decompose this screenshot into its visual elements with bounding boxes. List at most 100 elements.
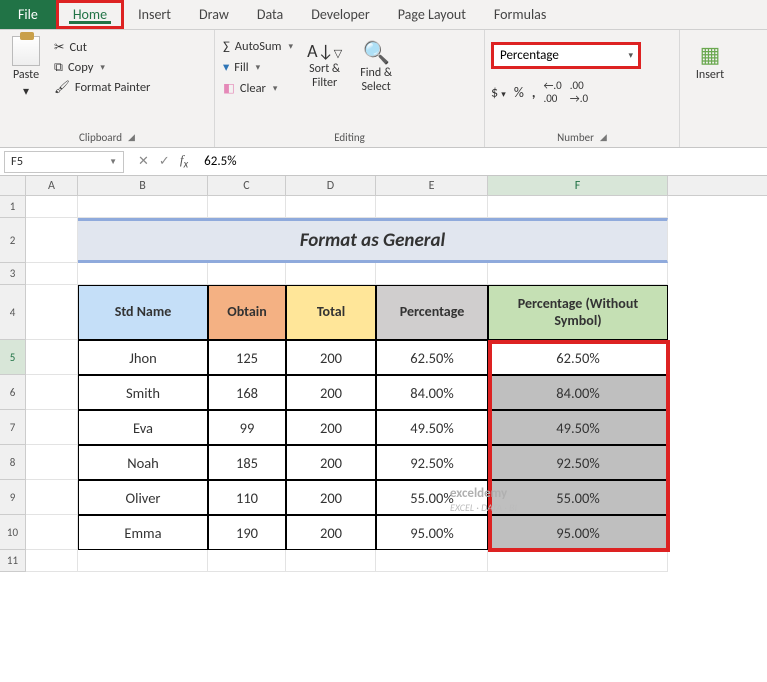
select-all-corner[interactable] <box>0 176 26 195</box>
cell[interactable] <box>488 550 668 572</box>
cell[interactable] <box>78 550 208 572</box>
sort-filter-button[interactable]: A↓▽ Sort & Filter <box>301 40 348 92</box>
cell[interactable] <box>286 196 376 218</box>
increase-decimal-button[interactable]: ←.0.00 <box>543 79 561 105</box>
find-select-button[interactable]: 🔍 Find & Select <box>354 40 398 96</box>
cell[interactable] <box>26 263 78 285</box>
dialog-launcher-icon[interactable]: ◢ <box>600 132 607 143</box>
cell-percentage[interactable]: 84.00% <box>376 375 488 410</box>
row-header[interactable]: 2 <box>0 218 26 263</box>
cell[interactable] <box>26 410 78 445</box>
cell-total[interactable]: 200 <box>286 410 376 445</box>
col-header-a[interactable]: A <box>26 176 78 195</box>
decrease-decimal-button[interactable]: .00→.0 <box>570 79 588 105</box>
cell-percentage[interactable]: 49.50% <box>376 410 488 445</box>
cell[interactable] <box>488 263 668 285</box>
cell-total[interactable]: 200 <box>286 375 376 410</box>
cell[interactable] <box>286 550 376 572</box>
cell-percentage-nosymbol[interactable]: 84.00% <box>488 375 668 410</box>
name-box[interactable]: F5▼ <box>4 151 124 173</box>
formula-input[interactable] <box>198 154 767 169</box>
row-header[interactable]: 1 <box>0 196 26 218</box>
row-header[interactable]: 4 <box>0 285 26 340</box>
cell[interactable] <box>26 480 78 515</box>
autosum-button[interactable]: ∑AutoSum▾ <box>221 38 295 55</box>
row-header[interactable]: 5 <box>0 340 26 375</box>
cell[interactable] <box>26 375 78 410</box>
row-header[interactable]: 9 <box>0 480 26 515</box>
cancel-edit-icon[interactable]: ✕ <box>138 154 149 169</box>
insert-cells-button[interactable]: ▦ Insert <box>690 42 730 84</box>
copy-button[interactable]: ⧉Copy▾ <box>52 59 152 76</box>
cell-percentage[interactable]: 62.50% <box>376 340 488 375</box>
cell[interactable] <box>376 263 488 285</box>
cell-percentage-nosymbol[interactable]: 49.50% <box>488 410 668 445</box>
cell[interactable] <box>208 263 286 285</box>
col-header-f[interactable]: F <box>488 176 668 195</box>
row-header[interactable]: 11 <box>0 550 26 572</box>
cell-obtain[interactable]: 185 <box>208 445 286 480</box>
cell[interactable] <box>26 445 78 480</box>
cell[interactable] <box>488 196 668 218</box>
fill-button[interactable]: ▾Fill▾ <box>221 58 295 76</box>
cell-total[interactable]: 200 <box>286 340 376 375</box>
clear-button[interactable]: ◧Clear▾ <box>221 79 295 97</box>
row-header[interactable]: 3 <box>0 263 26 285</box>
cell-name[interactable]: Oliver <box>78 480 208 515</box>
insert-function-icon[interactable]: fx <box>180 152 188 171</box>
col-header-e[interactable]: E <box>376 176 488 195</box>
cell[interactable] <box>208 196 286 218</box>
cell-obtain[interactable]: 110 <box>208 480 286 515</box>
comma-button[interactable]: , <box>532 84 536 101</box>
title-cell[interactable]: Format as General <box>78 218 668 263</box>
cell[interactable] <box>26 550 78 572</box>
cell-percentage[interactable]: 55.00% <box>376 480 488 515</box>
tab-data[interactable]: Data <box>243 0 297 29</box>
cell[interactable] <box>26 196 78 218</box>
cell-obtain[interactable]: 99 <box>208 410 286 445</box>
cell-name[interactable]: Smith <box>78 375 208 410</box>
cell-percentage-nosymbol[interactable]: 62.50% <box>488 340 668 375</box>
cell[interactable] <box>78 196 208 218</box>
cell[interactable] <box>376 196 488 218</box>
format-painter-button[interactable]: 🖌Format Painter <box>52 79 152 96</box>
cell-percentage-nosymbol[interactable]: 95.00% <box>488 515 668 550</box>
row-header[interactable]: 10 <box>0 515 26 550</box>
table-header[interactable]: Obtain <box>208 285 286 340</box>
col-header-b[interactable]: B <box>78 176 208 195</box>
cell[interactable] <box>376 550 488 572</box>
cell-obtain[interactable]: 125 <box>208 340 286 375</box>
col-header-d[interactable]: D <box>286 176 376 195</box>
cell-name[interactable]: Emma <box>78 515 208 550</box>
cell-percentage-nosymbol[interactable]: 55.00% <box>488 480 668 515</box>
tab-home[interactable]: Home <box>56 0 124 29</box>
currency-button[interactable]: $ ▾ <box>491 84 506 101</box>
dialog-launcher-icon[interactable]: ◢ <box>128 132 135 143</box>
cell-name[interactable]: Noah <box>78 445 208 480</box>
cell-obtain[interactable]: 190 <box>208 515 286 550</box>
cell[interactable] <box>26 515 78 550</box>
table-header[interactable]: Percentage (Without Symbol) <box>488 285 668 340</box>
cell[interactable] <box>78 263 208 285</box>
cell-total[interactable]: 200 <box>286 445 376 480</box>
tab-formulas[interactable]: Formulas <box>480 0 560 29</box>
confirm-edit-icon[interactable]: ✓ <box>159 154 170 169</box>
cell[interactable] <box>26 340 78 375</box>
cell-name[interactable]: Eva <box>78 410 208 445</box>
paste-button[interactable]: Paste ▾ <box>6 34 46 101</box>
tab-insert[interactable]: Insert <box>124 0 185 29</box>
cell-percentage-nosymbol[interactable]: 92.50% <box>488 445 668 480</box>
cell-percentage[interactable]: 92.50% <box>376 445 488 480</box>
cell[interactable] <box>26 285 78 340</box>
number-format-selector[interactable]: ▾ <box>491 42 641 69</box>
cell-name[interactable]: Jhon <box>78 340 208 375</box>
table-header[interactable]: Total <box>286 285 376 340</box>
col-header-c[interactable]: C <box>208 176 286 195</box>
cell-obtain[interactable]: 168 <box>208 375 286 410</box>
row-header[interactable]: 7 <box>0 410 26 445</box>
tab-developer[interactable]: Developer <box>297 0 383 29</box>
number-format-input[interactable] <box>496 46 625 65</box>
cell-total[interactable]: 200 <box>286 515 376 550</box>
cell[interactable] <box>26 218 78 263</box>
tab-file[interactable]: File <box>0 0 56 29</box>
